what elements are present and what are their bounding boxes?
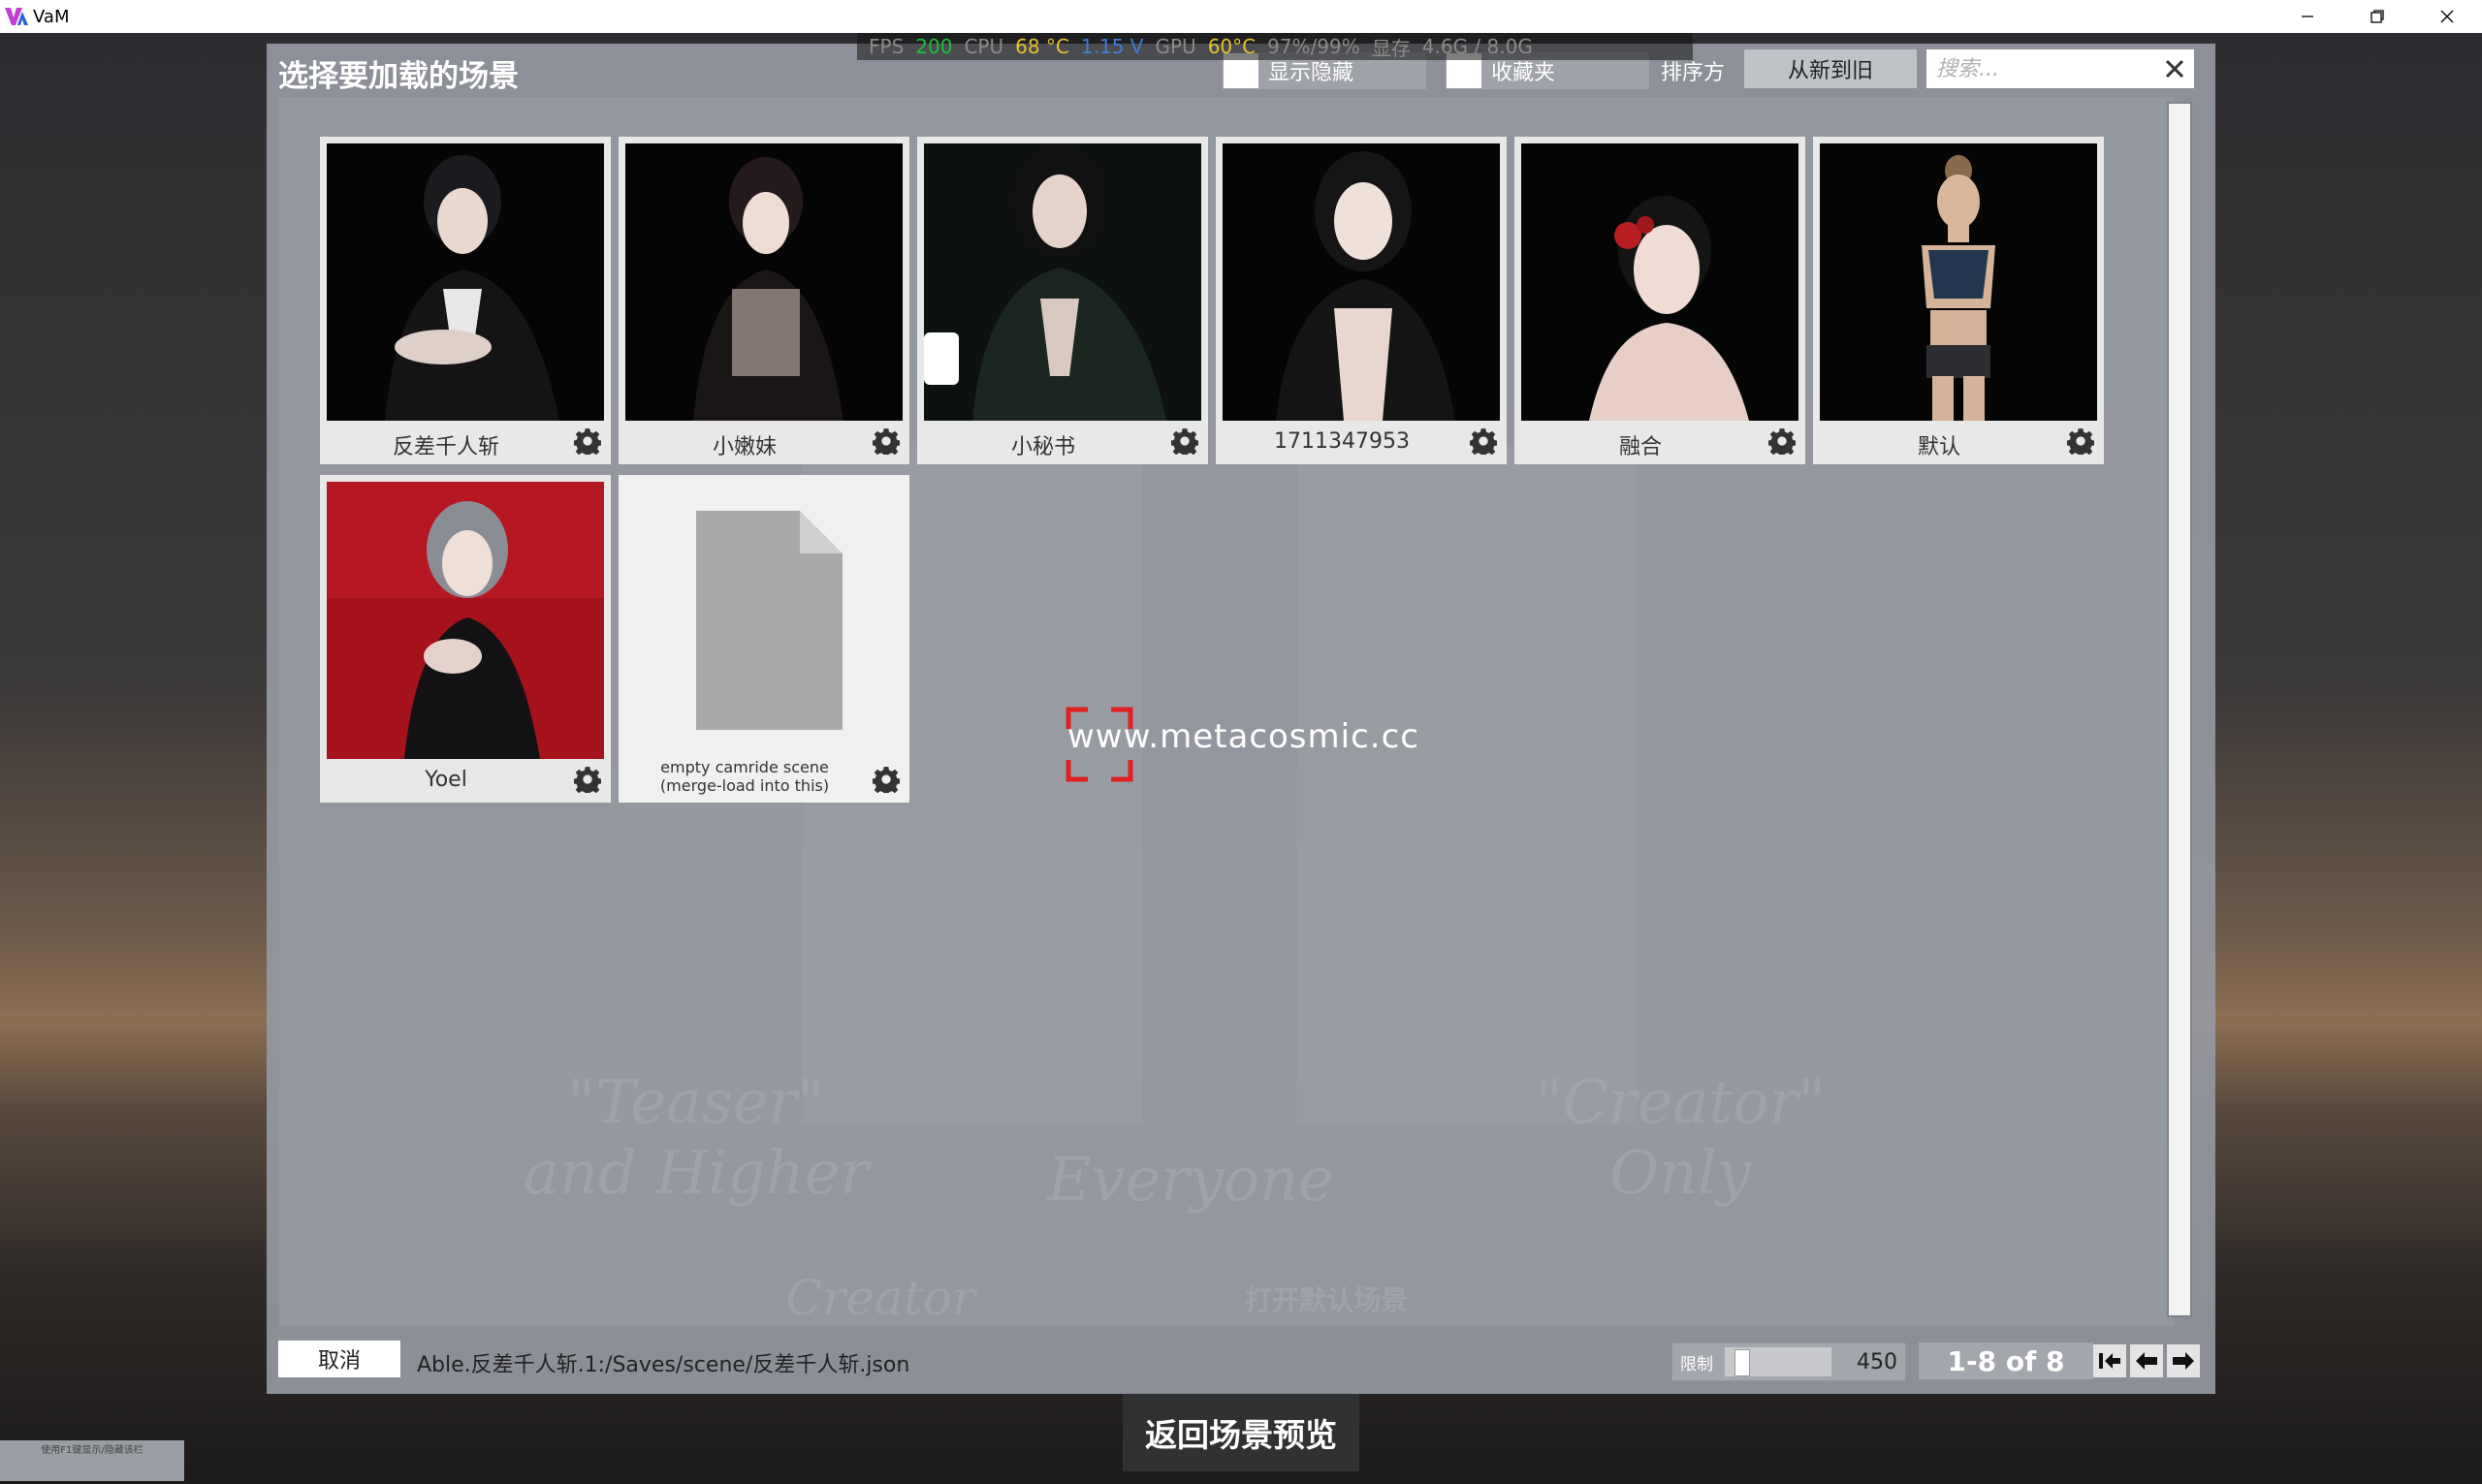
window-titlebar: VaM — [0, 0, 2482, 33]
gear-icon[interactable] — [1768, 427, 1796, 455]
scene-name-line2: (merge-load into this) — [659, 776, 830, 795]
fps-value: 200 — [915, 35, 953, 58]
close-icon — [2165, 59, 2184, 79]
bg-text-teaser: "Teaser" and Higher — [454, 1066, 939, 1208]
bg-text-teaser-line1: "Teaser" — [567, 1066, 825, 1137]
gpu-usage: 97%/99% — [1267, 35, 1360, 58]
bg-text-bottom-left: Creator — [785, 1270, 975, 1326]
cpu-temp: 68 °C — [1015, 35, 1069, 58]
scene-name: 小秘书 — [1010, 435, 1075, 459]
page-info: 1-8 of 8 — [1919, 1342, 2093, 1379]
scene-thumbnail — [924, 143, 1201, 421]
prev-page-button[interactable] — [2130, 1344, 2163, 1377]
bg-text-creator: "Creator" Only — [1438, 1066, 1923, 1208]
scene-name: 1711347953 — [1274, 429, 1410, 454]
limit-label: 限制 — [1680, 1354, 1713, 1374]
gear-icon[interactable] — [873, 766, 900, 793]
scene-tile[interactable]: 融合 — [1514, 137, 1805, 464]
watermark-url: www.metacosmic.cc — [1067, 717, 1419, 756]
scene-tile[interactable]: 反差千人斩 — [320, 137, 611, 464]
search-box[interactable] — [1926, 49, 2194, 88]
first-page-icon — [2099, 1353, 2120, 1369]
search-input[interactable] — [1934, 55, 2156, 82]
vertical-scrollbar[interactable] — [2167, 102, 2192, 1317]
limit-control: 限制 450 — [1671, 1342, 1906, 1381]
search-clear-button[interactable] — [2159, 53, 2190, 84]
scene-tile[interactable]: empty camride scene (merge-load into thi… — [619, 475, 909, 803]
minimize-icon — [2302, 16, 2313, 17]
close-window-button[interactable] — [2412, 0, 2482, 33]
gear-icon[interactable] — [873, 427, 900, 455]
arrow-left-icon — [2136, 1352, 2157, 1370]
scene-name: 反差千人斩 — [392, 435, 499, 459]
scrollbar-thumb[interactable] — [2169, 104, 2190, 1315]
bg-text-creator-line2: Only — [1609, 1137, 1751, 1208]
scene-thumbnail — [327, 143, 604, 421]
scene-name: 小嫩妹 — [712, 435, 777, 459]
hint-box: 使用F1键显示/隐藏该栏 — [0, 1440, 184, 1481]
window-title: VaM — [33, 6, 70, 27]
gear-icon[interactable] — [574, 427, 601, 455]
performance-overlay: FPS 200 CPU 68 °C 1.15 V GPU 60°C 97%/99… — [857, 33, 1693, 60]
scene-tile[interactable]: 默认 — [1813, 137, 2104, 464]
scene-tile[interactable]: 小嫩妹 — [619, 137, 909, 464]
cancel-button[interactable]: 取消 — [278, 1341, 400, 1377]
scene-thumbnail — [625, 143, 903, 421]
fps-label: FPS — [869, 35, 905, 58]
scene-tile[interactable]: 小秘书 — [917, 137, 1208, 464]
limit-value: 450 — [1857, 1349, 1897, 1374]
gpu-temp: 60°C — [1207, 35, 1257, 58]
scene-name: empty camride scene (merge-load into thi… — [619, 758, 871, 795]
bg-text-teaser-line2: and Higher — [523, 1137, 870, 1208]
mem-label: 显存 — [1371, 36, 1411, 60]
gear-icon[interactable] — [2067, 427, 2094, 455]
document-icon — [625, 482, 903, 759]
scene-tile[interactable]: Yoel — [320, 475, 611, 803]
bg-text-open-default: 打开默认场景 — [1244, 1284, 1408, 1316]
first-page-button[interactable] — [2093, 1344, 2126, 1377]
selected-scene-path: Able.反差千人斩.1:/Saves/scene/反差千人斩.json — [417, 1353, 910, 1377]
next-page-button[interactable] — [2167, 1344, 2200, 1377]
scene-name-line1: empty camride scene — [660, 758, 829, 776]
scene-tile[interactable]: 1711347953 — [1216, 137, 1507, 464]
return-to-preview-button[interactable]: 返回场景预览 — [1123, 1394, 1359, 1471]
gpu-label: GPU — [1155, 35, 1196, 58]
minimize-button[interactable] — [2273, 0, 2342, 33]
limit-slider[interactable] — [1725, 1347, 1831, 1376]
restore-button[interactable] — [2342, 0, 2412, 33]
restore-icon — [2371, 10, 2384, 23]
arrow-right-icon — [2173, 1352, 2194, 1370]
scene-thumbnail — [1223, 143, 1500, 421]
gear-icon[interactable] — [1470, 427, 1497, 455]
bg-text-everyone: Everyone — [1047, 1144, 1334, 1215]
scene-name: 默认 — [1917, 435, 1960, 459]
sort-order-button[interactable]: 从新到旧 — [1744, 49, 1917, 88]
limit-slider-handle[interactable] — [1734, 1349, 1751, 1376]
cpu-voltage: 1.15 V — [1080, 35, 1144, 58]
cpu-label: CPU — [964, 35, 1004, 58]
mem-value: 4.6G / 8.0G — [1421, 35, 1533, 58]
dialog-title: 选择要加载的场景 — [278, 59, 519, 94]
vam-logo-icon — [5, 8, 28, 25]
scene-name: Yoel — [425, 768, 467, 792]
gear-icon[interactable] — [1171, 427, 1198, 455]
window-controls — [2273, 0, 2482, 33]
scene-thumbnail — [327, 482, 604, 759]
bg-text-creator-line1: "Creator" — [1535, 1066, 1826, 1137]
scene-thumbnail — [1521, 143, 1798, 421]
scene-thumbnail — [1820, 143, 2097, 421]
close-icon — [2440, 10, 2454, 23]
scene-name: 融合 — [1618, 435, 1662, 459]
gear-icon[interactable] — [574, 766, 601, 793]
